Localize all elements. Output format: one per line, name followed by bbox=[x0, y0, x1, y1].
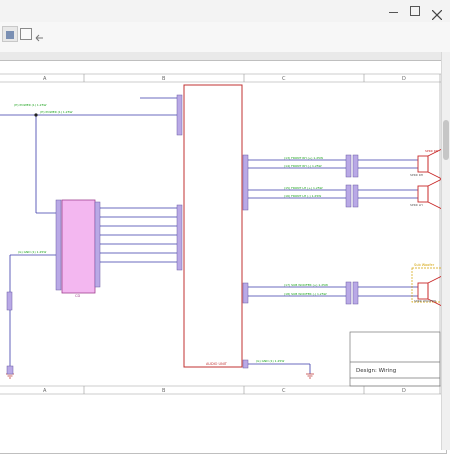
vertical-scrollbar[interactable] bbox=[441, 52, 450, 450]
subwoofer-outline bbox=[411, 267, 443, 303]
zone-top-b: B bbox=[162, 76, 166, 82]
audio-unit-label: AUDIO UNIT bbox=[206, 362, 228, 366]
cd-changer-label: CD bbox=[75, 294, 80, 298]
speaker-lh-label: SPKR LH bbox=[410, 203, 423, 207]
speaker-rh-label: SPKR RH bbox=[410, 173, 423, 177]
zone-top-a: A bbox=[43, 76, 47, 82]
audio-unit-block bbox=[183, 84, 243, 368]
wire-junction-dot bbox=[34, 113, 38, 117]
zone-bottom-b: B bbox=[162, 388, 166, 394]
wire-label-gnd-left: (G) GND (1) 1.25W bbox=[18, 250, 46, 254]
zone-bottom-d: D bbox=[402, 388, 406, 394]
connectors bbox=[6, 94, 359, 369]
ground-symbols bbox=[6, 373, 314, 379]
wire-label-gnd-bottom: (G) GND (1) 1.25W bbox=[256, 359, 284, 363]
zone-top-c: C bbox=[282, 76, 286, 82]
wire-label-power-top: (H) POWER (1) 1.25W bbox=[14, 103, 47, 107]
vertical-scroll-thumb[interactable] bbox=[443, 120, 449, 160]
wire-label-sub-plus: (17) SUB WOOFER (+) 1.25W bbox=[284, 283, 328, 287]
zone-top-d: D bbox=[402, 76, 406, 82]
subwoofer-label: SPKR WOOFER bbox=[414, 299, 436, 303]
zone-bottom-a: A bbox=[43, 388, 47, 394]
subwoofer-note: Sub Woofer bbox=[414, 263, 435, 267]
speaker-rh-tag: SPKR RH bbox=[425, 149, 438, 153]
wire-label-front-lh-plus: (15) FRONT LH (+) 1.25W bbox=[284, 186, 323, 190]
wire-label-front-rh-plus: (13) FRONT RH (+) 1.25W bbox=[284, 156, 323, 160]
wire-label-power-lower: (H) POWER (1) 1.25W bbox=[40, 110, 73, 114]
zone-bottom-c: C bbox=[282, 388, 286, 394]
wire-label-front-lh-minus: (16) FRONT LH (-) 1.25W bbox=[284, 194, 321, 198]
wire-label-sub-minus: (18) SUB WOOFER (-) 1.25W bbox=[284, 292, 327, 296]
wire-label-front-rh-minus: (14) FRONT RH (-) 1.25W bbox=[284, 164, 322, 168]
title-block-design: Design: Wiring bbox=[356, 368, 396, 374]
title-block bbox=[349, 331, 441, 387]
cd-changer-block bbox=[61, 199, 96, 294]
schematic-drawing: A B C D A B C D Design: Wiring AUDIO UNI… bbox=[0, 73, 445, 395]
ground-connector-left bbox=[6, 365, 14, 375]
